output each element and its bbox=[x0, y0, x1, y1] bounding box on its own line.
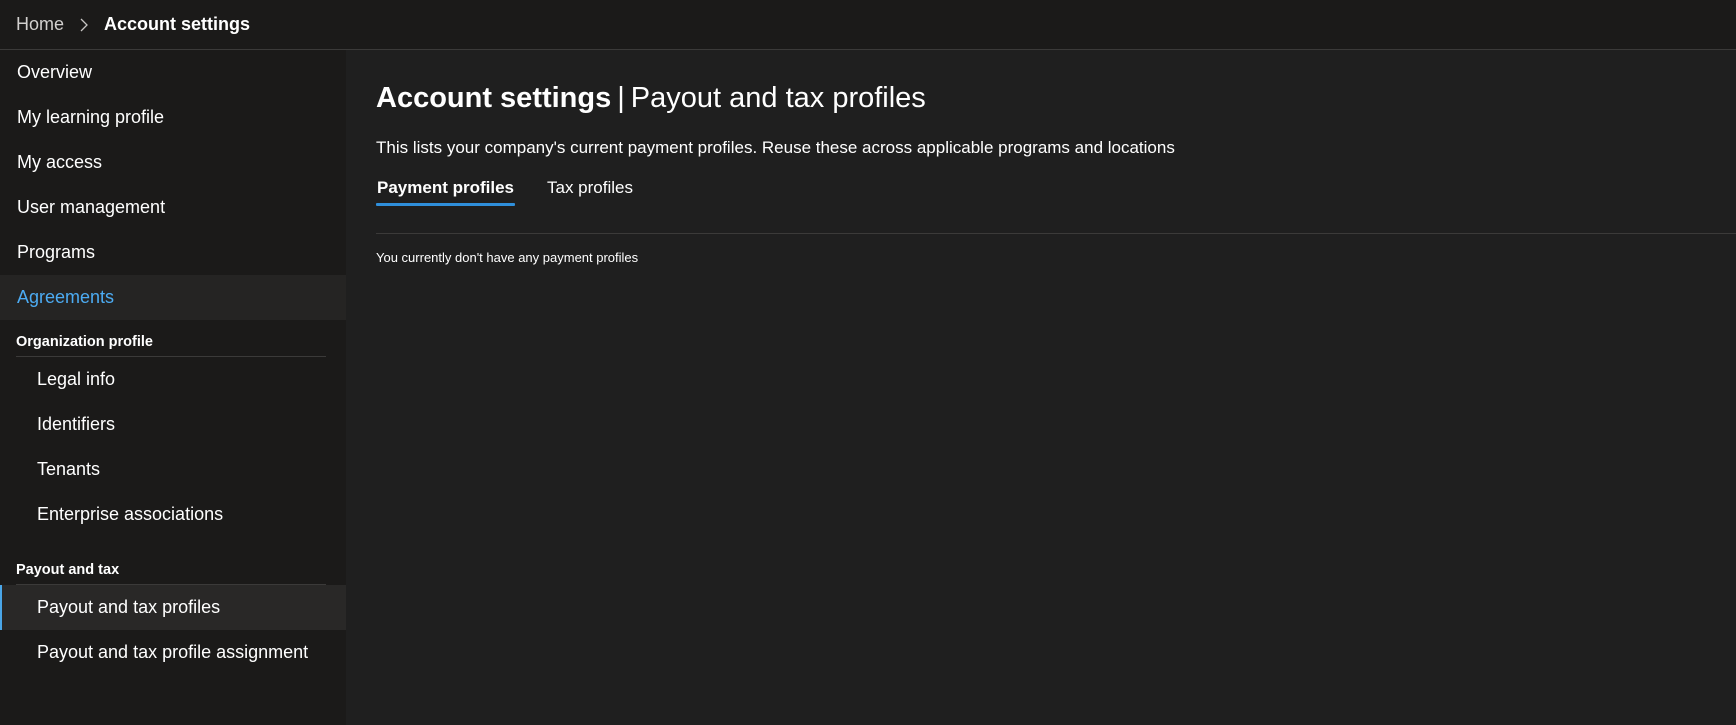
sidebar-item-agreements[interactable]: Agreements bbox=[0, 275, 346, 320]
tabs-divider bbox=[376, 233, 1736, 234]
empty-state-message: You currently don't have any payment pro… bbox=[376, 250, 639, 265]
group-header-payout-and-tax: Payout and tax bbox=[16, 562, 120, 578]
group-header-organization-profile: Organization profile bbox=[16, 334, 153, 350]
breadcrumb-home-link[interactable]: Home bbox=[16, 14, 64, 35]
sidebar-item-my-learning-profile[interactable]: My learning profile bbox=[0, 95, 346, 140]
sidebar-item-tenants[interactable]: Tenants bbox=[0, 447, 346, 492]
sidebar-item-my-access[interactable]: My access bbox=[0, 140, 346, 185]
page-title-main: Account settings bbox=[376, 82, 612, 114]
sidebar-item-user-management[interactable]: User management bbox=[0, 185, 346, 230]
page-title-subtitle: Payout and tax profiles bbox=[630, 82, 926, 114]
sidebar-item-enterprise-associations[interactable]: Enterprise associations bbox=[0, 492, 346, 537]
tab-tax-profiles[interactable]: Tax profiles bbox=[546, 172, 634, 206]
sidebar-item-identifiers[interactable]: Identifiers bbox=[0, 402, 346, 447]
chevron-right-icon bbox=[64, 18, 104, 32]
page-title-separator: | bbox=[617, 82, 625, 114]
tab-payment-profiles[interactable]: Payment profiles bbox=[376, 172, 515, 206]
profile-tabs: Payment profiles Tax profiles bbox=[376, 172, 665, 206]
breadcrumb-current: Account settings bbox=[104, 14, 251, 34]
main-content: Account settings | Payout and tax profiles… bbox=[346, 50, 1736, 725]
top-bar: Home Account settings bbox=[0, 0, 1736, 50]
sidebar-item-overview[interactable]: Overview bbox=[0, 50, 346, 95]
sidebar-item-payout-and-tax-profile-assignment[interactable]: Payout and tax profile assignment bbox=[0, 630, 346, 675]
page-description: This lists your company's current paymen… bbox=[376, 138, 1175, 157]
sidebar-item-payout-and-tax-profiles[interactable]: Payout and tax profiles bbox=[0, 585, 346, 630]
page-title: Account settings | Payout and tax profiles bbox=[376, 82, 926, 115]
sidebar-item-programs[interactable]: Programs bbox=[0, 230, 346, 275]
sidebar-item-legal-info[interactable]: Legal info bbox=[0, 357, 346, 402]
sidebar-nav: Overview My learning profile My access U… bbox=[0, 50, 346, 725]
breadcrumb: Home Account settings bbox=[16, 14, 250, 35]
